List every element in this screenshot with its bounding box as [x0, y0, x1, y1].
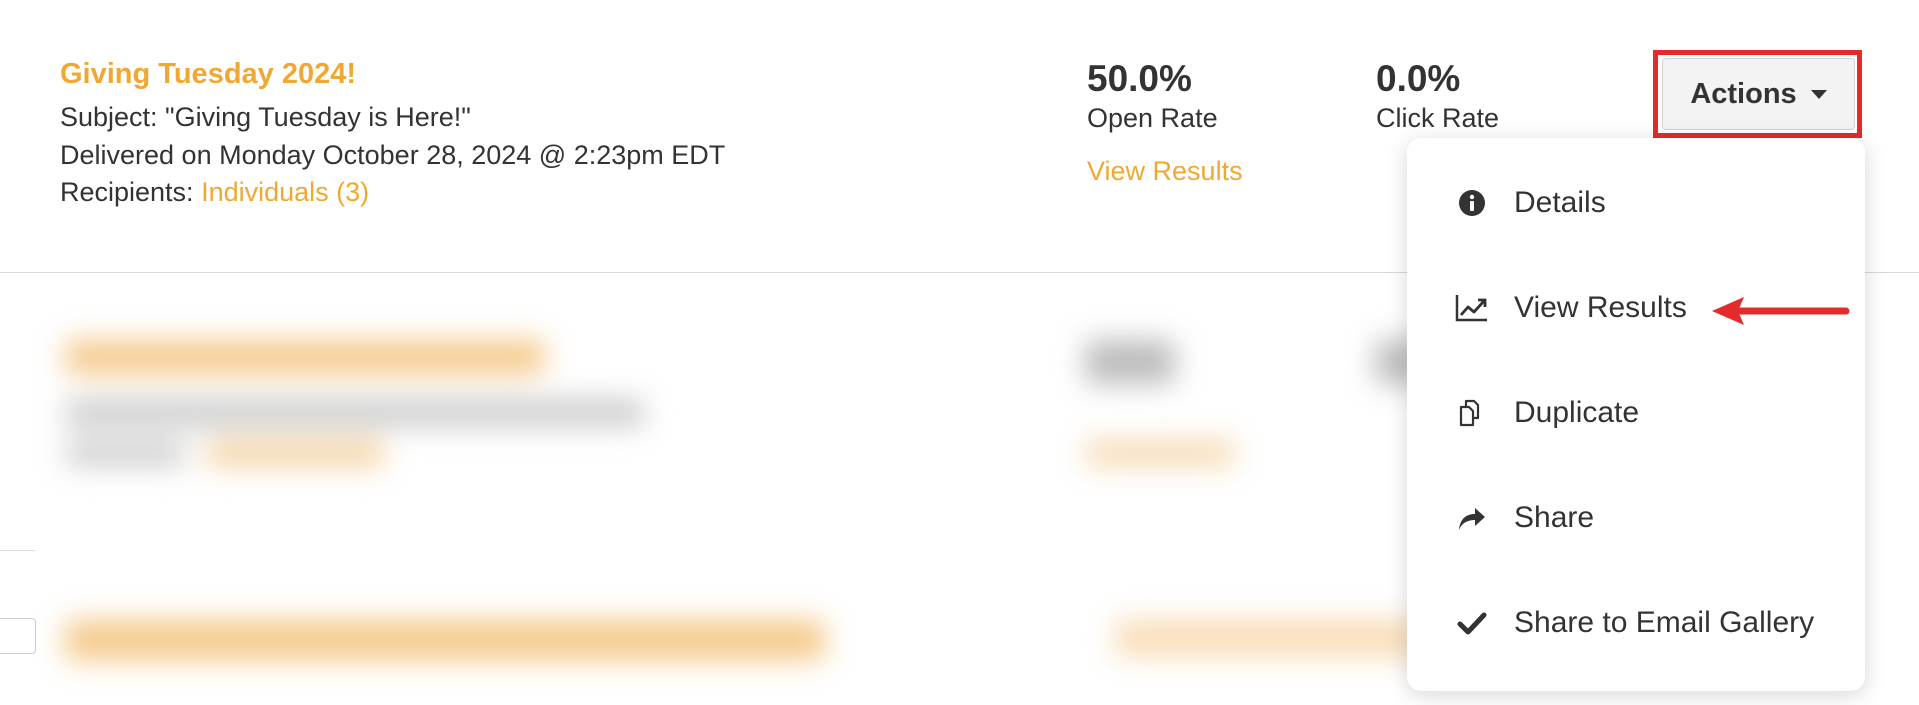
share-icon [1455, 501, 1489, 535]
menu-item-share[interactable]: Share [1407, 473, 1865, 563]
click-rate-value: 0.0% [1376, 58, 1461, 99]
open-rate-value: 50.0% [1087, 58, 1192, 99]
actions-dropdown-menu: Details View Results Duplicate Share Sha… [1407, 138, 1865, 691]
row-divider-2 [0, 550, 35, 551]
menu-item-details[interactable]: Details [1407, 158, 1865, 248]
recipients-label: Recipients: [60, 177, 194, 207]
campaign-title[interactable]: Giving Tuesday 2024! [60, 58, 356, 91]
view-results-link[interactable]: View Results [1087, 156, 1243, 187]
blurred-campaign-rows [35, 300, 1425, 705]
campaign-subject: Subject: "Giving Tuesday is Here!" [60, 102, 471, 132]
chart-line-icon [1455, 291, 1489, 325]
copy-icon [1455, 396, 1489, 430]
recipients-link[interactable]: Individuals (3) [201, 177, 369, 207]
menu-item-label: Share to Email Gallery [1514, 606, 1815, 639]
menu-item-label: Duplicate [1514, 396, 1640, 429]
menu-item-label: Details [1514, 186, 1606, 219]
info-icon [1455, 186, 1489, 220]
row-checkbox[interactable] [0, 618, 36, 654]
check-icon [1455, 606, 1489, 640]
annotation-arrow-icon [1712, 297, 1850, 325]
campaign-recipients: Recipients: Individuals (3) [60, 177, 369, 208]
menu-item-share-to-email-gallery[interactable]: Share to Email Gallery [1407, 578, 1865, 668]
campaign-delivered: Delivered on Monday October 28, 2024 @ 2… [60, 140, 726, 170]
menu-item-label: View Results [1514, 291, 1687, 324]
menu-item-duplicate[interactable]: Duplicate [1407, 368, 1865, 458]
menu-item-label: Share [1514, 501, 1595, 534]
actions-button-label: Actions [1690, 77, 1797, 110]
click-rate-label: Click Rate [1376, 103, 1500, 133]
open-rate-label: Open Rate [1087, 103, 1218, 133]
actions-button[interactable]: Actions [1662, 58, 1855, 130]
caret-down-icon [1810, 89, 1827, 99]
